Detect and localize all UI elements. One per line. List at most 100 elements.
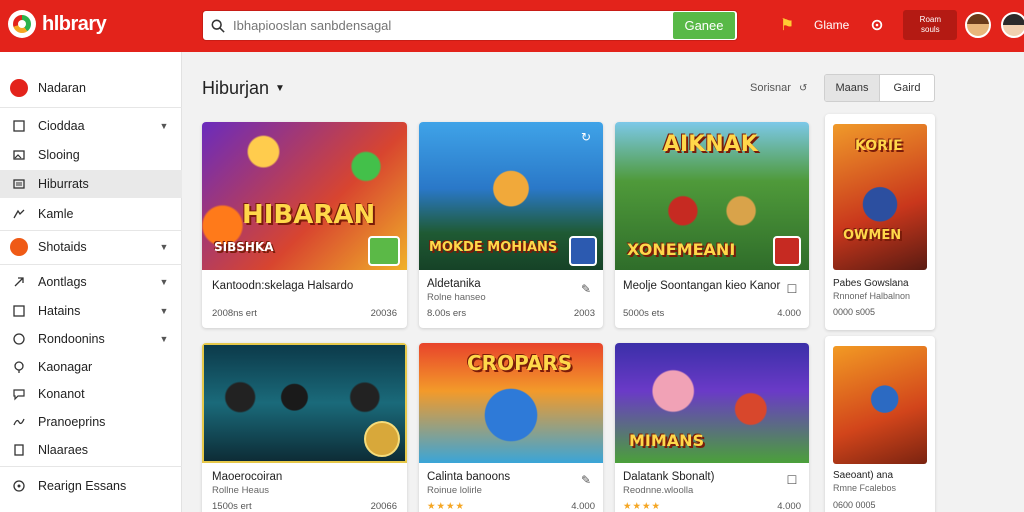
game-thumbnail: CROPARS	[419, 343, 603, 463]
chevron-down-icon: ▼	[159, 334, 169, 344]
sidebar-item-9[interactable]: Kaonagar	[0, 353, 182, 381]
card-subtitle: Reodnne.wloolla	[623, 485, 694, 496]
thumbnail-subtitle: SIBSHKA	[214, 240, 274, 254]
sidebar-item-2[interactable]: Slooing	[0, 141, 182, 169]
sidebar-item-4[interactable]: Kamle	[0, 200, 182, 228]
coin-icon	[364, 421, 400, 457]
card-title: Pabes Gowslana	[833, 278, 909, 289]
sidebar-item-label: Hiburrats	[38, 177, 89, 191]
fire-icon	[0, 238, 38, 256]
sidebar-item-13[interactable]: Rearign Essans	[0, 472, 182, 500]
sidebar-item-label: Pranoeprins	[38, 415, 106, 429]
settings-icon[interactable]	[867, 15, 887, 35]
sidebar-item-label: Rearign Essans	[38, 479, 127, 493]
thumbnail-title: CROPARS	[467, 351, 573, 375]
sidebar-item-label: Kamle	[38, 207, 74, 221]
card-subtitle: Rmne Fcalebos	[833, 483, 897, 493]
card-subtitle: Roinue lolirle	[427, 485, 482, 496]
home-icon	[0, 79, 38, 97]
view-toggle: Maans Gaird	[824, 74, 935, 102]
square-icon	[0, 119, 38, 133]
sidebar-item-home[interactable]: Nadaran	[0, 74, 182, 102]
segment-0[interactable]: Maans	[825, 75, 880, 101]
bookmark-icon[interactable]: ☐	[785, 473, 799, 487]
game-thumbnail: AIKNAK XONEMEANI	[615, 122, 809, 270]
segment-1[interactable]: Gaird	[880, 75, 934, 101]
sidebar-item-8[interactable]: Rondoonins ▼	[0, 325, 182, 353]
sort-label: Sorisnar	[750, 82, 791, 94]
sidebar-item-5[interactable]: Shotaids ▼	[0, 233, 182, 261]
sidebar-item-label: Slooing	[38, 148, 80, 162]
sidebar-item-11[interactable]: Pranoeprins	[0, 408, 182, 436]
bookmark-icon[interactable]: ✎	[579, 282, 593, 296]
account-line2: souls	[921, 25, 940, 34]
card-rating: 2003	[573, 308, 595, 319]
game-card[interactable]: MIMANS Dalatank Sbonalt) Reodnne.wloolla…	[615, 343, 809, 512]
game-badge-icon	[773, 236, 801, 266]
card-title: Maoerocoiran	[212, 471, 283, 483]
sidebar-item-6[interactable]: Aontlags ▼	[0, 268, 182, 296]
chevron-down-icon: ▼	[159, 121, 169, 131]
link-icon[interactable]: ↻	[579, 130, 593, 144]
thumbnail-title: MOKDE MOHIANS	[429, 240, 558, 255]
flag-icon[interactable]: ⚑	[778, 16, 796, 34]
sidebar-item-7[interactable]: Hatains ▼	[0, 297, 182, 325]
bookmark-icon[interactable]: ☐	[785, 282, 799, 296]
game-card[interactable]: HIBARAN SIBSHKA Kantoodn:skelaga Halsard…	[202, 122, 407, 328]
game-link[interactable]: Glame	[814, 18, 849, 32]
arrow-icon	[0, 275, 38, 289]
sidebar-item-3[interactable]: Hiburrats	[0, 170, 182, 198]
account-button[interactable]: Roam souls	[903, 10, 958, 40]
search-icon	[203, 19, 233, 33]
card-meta: 0000 s005	[833, 307, 876, 317]
game-card[interactable]: Saeoant) ana Rmne Fcalebos 0600 0005	[825, 336, 935, 512]
sidebar-divider	[0, 107, 182, 108]
thumbnail-title: MIMANS	[629, 431, 705, 450]
sidebar-divider	[0, 230, 182, 231]
card-meta: 0600 0005	[833, 500, 876, 510]
search-button[interactable]: Ganee	[673, 12, 735, 39]
card-title: Kantoodn:skelaga Halsardo	[212, 280, 354, 292]
game-badge-icon	[368, 236, 400, 266]
sidebar-item-label: Konanot	[38, 387, 85, 401]
search-input[interactable]	[233, 18, 673, 33]
card-title: Saeoant) ana	[833, 470, 894, 481]
game-card[interactable]: MOKDE MOHIANS ↻ Aldetanika Rolne hanseo …	[419, 122, 603, 328]
square-icon	[0, 304, 38, 318]
sidebar-item-1[interactable]: Cioddaa ▼	[0, 112, 182, 140]
page-title-text: Hiburjan	[202, 78, 270, 98]
dropdown-icon[interactable]: ▼	[275, 83, 285, 94]
game-card[interactable]: CROPARS Calinta banoons Roinue lolirle ✎…	[419, 343, 603, 512]
sidebar-item-label: Hatains	[38, 304, 81, 318]
list-icon	[0, 177, 38, 191]
card-title: Aldetanika	[427, 278, 481, 290]
card-subtitle: Rolne hanseo	[427, 292, 486, 303]
wave-icon	[0, 415, 38, 429]
logo-icon	[8, 10, 36, 38]
search-bar: Ganee	[202, 10, 738, 41]
game-card[interactable]: Maoerocoiran Rollne Heaus 1500s ert 2006…	[202, 343, 407, 512]
sidebar-item-label: Nlaaraes	[38, 443, 89, 457]
puzzle-icon	[0, 207, 38, 221]
sidebar-divider	[0, 264, 182, 265]
sort-control[interactable]: Sorisnar ↺	[750, 82, 807, 94]
chat-icon	[0, 387, 38, 401]
game-card[interactable]: KORIE OWMEN Pabes Gowslana Rnnonef Halba…	[825, 114, 935, 330]
sidebar-item-12[interactable]: Nlaaraes	[0, 436, 182, 464]
game-thumbnail	[833, 346, 927, 464]
card-rating: 20066	[370, 501, 397, 512]
app-logo[interactable]: hlbrary	[8, 10, 107, 38]
game-card[interactable]: AIKNAK XONEMEANI Meolje Soontangan kieo …	[615, 122, 809, 328]
user-avatar[interactable]	[1001, 12, 1024, 38]
avatar[interactable]	[965, 12, 992, 38]
sidebar-item-label: Aontlags	[38, 275, 87, 289]
sidebar-item-10[interactable]: Konanot	[0, 380, 182, 408]
sidebar-item-label: Cioddaa	[38, 119, 85, 133]
circle-icon	[0, 479, 38, 493]
card-meta: 5000s ets	[623, 308, 665, 319]
card-subtitle: Rnnonef Halbalnon	[833, 291, 911, 301]
sidebar-item-label: Rondoonins	[38, 332, 105, 346]
card-rating: 20036	[370, 308, 397, 319]
bookmark-icon[interactable]: ✎	[579, 473, 593, 487]
thumbnail-subtitle: XONEMEANI	[627, 240, 736, 259]
